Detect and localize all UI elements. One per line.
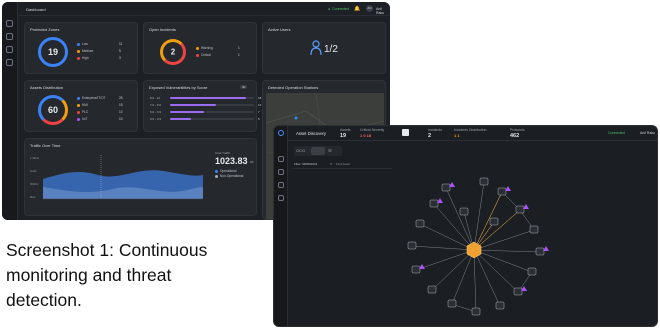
legend-item: Operational (215, 169, 236, 173)
avatar[interactable]: AN (366, 5, 373, 12)
vuln-bar-row: 5.0 - 6.9 7 (150, 110, 260, 114)
assets-value: 60 (47, 105, 58, 115)
user-name[interactable]: Anil Raku (640, 131, 655, 135)
assets-distribution-card[interactable]: Assets Distribution 60 Enterprise/IT/OT … (24, 80, 138, 132)
open-incidents-card[interactable]: Open Incidents 2 Warning 1 Critical 1 (143, 22, 257, 74)
legend-item: IIoT 10 (77, 117, 129, 121)
page-title: Asset Discovery (296, 131, 327, 136)
list-view-button[interactable]: OCG (296, 148, 305, 153)
protected-zones-ring: 19 (38, 37, 68, 67)
vuln-bar-row: 8.0 - 10 18 (150, 96, 262, 100)
grid-icon[interactable] (6, 33, 13, 40)
caption-lead: Screenshot 1: (6, 240, 114, 260)
network-icon[interactable] (277, 169, 284, 175)
search-icon[interactable]: ⌕ (330, 161, 332, 166)
stat-value: 2 (428, 133, 432, 139)
home-icon[interactable] (6, 20, 13, 27)
grid-icon[interactable] (277, 156, 284, 162)
assets-ring: 60 (38, 95, 68, 125)
vuln-bar (170, 118, 191, 120)
caption-line-2: monitoring and threat (6, 265, 172, 285)
settings-icon[interactable] (6, 59, 13, 66)
legend-item: Warning 1 (196, 46, 248, 50)
traffic-y-axis: 1.5kb/s 1kb/s 500b/s 0b/s (30, 156, 40, 199)
connection-status: Connected (328, 7, 349, 11)
card-title: Detected Operation Stations (268, 85, 319, 90)
caption-line-3: detection. (6, 290, 82, 310)
stat-label: Incidents (428, 128, 443, 132)
dashboard-topbar: Dashboard Connected 🔔 AN Anil Raku (18, 2, 390, 16)
caption-line-1: Screenshot 1: Continuous (6, 240, 208, 260)
user-icon (310, 40, 322, 56)
user-name[interactable]: Anil Raku (376, 7, 390, 15)
asset-discovery-window: Asset Discovery Assets 19 Critical Sever… (273, 125, 658, 327)
open-incidents-ring: 2 (160, 39, 186, 65)
card-title: Assets Distribution (30, 85, 64, 90)
card-title: Exposed Vulnerabilities by Score (149, 85, 208, 90)
legend-item: HMI 15 (77, 103, 129, 107)
shield-icon[interactable] (6, 46, 13, 53)
logo-icon (277, 130, 284, 136)
page-title: Dashboard (26, 7, 46, 12)
legend-item: Critical 1 (196, 53, 248, 57)
stat-label: Critical Severity (360, 128, 385, 132)
table-view-button[interactable]: ☰ (328, 148, 332, 153)
active-users-value: 1/2 (324, 44, 338, 55)
vuln-bar (170, 111, 204, 113)
traffic-total-unit: kB (250, 160, 254, 164)
search-input[interactable]: Find Asset (336, 162, 350, 166)
active-users-card[interactable]: Active Users 1/2 (262, 22, 386, 74)
vuln-bar (170, 104, 217, 106)
traffic-total-value: 1023.83 (215, 156, 248, 166)
legend-item: High 3 (77, 56, 129, 60)
dashboard-sidebar (2, 2, 18, 220)
card-title: Open Incidents (149, 27, 176, 32)
legend-item: Low 11 (77, 42, 129, 46)
connection-status: Connected (608, 131, 625, 135)
stat-value: 1 1 (454, 133, 460, 138)
card-title: Active Users (268, 27, 291, 32)
open-incidents-value: 2 (170, 47, 176, 57)
stat-label: Incidents Distribution (454, 128, 487, 132)
discovery-topbar: Asset Discovery Assets 19 Critical Sever… (288, 126, 657, 141)
card-title: Traffic Over Time (30, 143, 61, 148)
vulnerabilities-card[interactable]: Exposed Vulnerabilities by Score 40 8.0 … (143, 80, 261, 132)
settings-icon[interactable] (277, 195, 284, 201)
network-graph[interactable] (364, 166, 564, 326)
bell-icon[interactable]: 🔔 (354, 6, 360, 12)
card-title: Protected Zones (30, 27, 60, 32)
expand-icon[interactable] (402, 129, 409, 136)
protected-zones-card[interactable]: Protected Zones 19 Low 11 Medium 5 High … (24, 22, 138, 74)
graph-view-button[interactable] (311, 147, 325, 155)
stat-value: 462 (510, 133, 520, 139)
composite-canvas: Dashboard Connected 🔔 AN Anil Raku Prote… (0, 0, 660, 329)
legend-item: Enterprise/IT/OT 25 (77, 96, 129, 100)
traffic-card[interactable]: Traffic Over Time 1.5kb/s 1kb/s 500b/s 0… (24, 138, 257, 216)
legend-item: Medium 5 (77, 49, 129, 53)
filter-chip[interactable]: Filter: 08/08/2024 (294, 162, 317, 166)
stat-label: Protocols (510, 128, 525, 132)
traffic-area-chart (43, 155, 203, 200)
vuln-bar-row: 0.0 - 4.9 5 (150, 117, 260, 121)
shield-icon[interactable] (277, 182, 284, 188)
legend-item: PLC 10 (77, 110, 129, 114)
vuln-bar (170, 97, 246, 99)
vulnerabilities-badge: 40 (240, 85, 248, 89)
view-toggle: OCG ☰ (294, 146, 342, 156)
protected-zones-value: 19 (47, 47, 58, 57)
legend-item: Non-Operational (215, 174, 243, 178)
stat-value: 1 0 18 (360, 133, 372, 138)
vuln-bar-row: 7.0 - 8.0 10 (150, 103, 262, 107)
stat-label: Assets (340, 128, 351, 132)
traffic-total-label: Total Traffic (215, 151, 231, 155)
caption: Screenshot 1: Continuous monitoring and … (6, 238, 207, 313)
discovery-sidebar (274, 126, 288, 326)
stat-value: 19 (340, 133, 347, 139)
